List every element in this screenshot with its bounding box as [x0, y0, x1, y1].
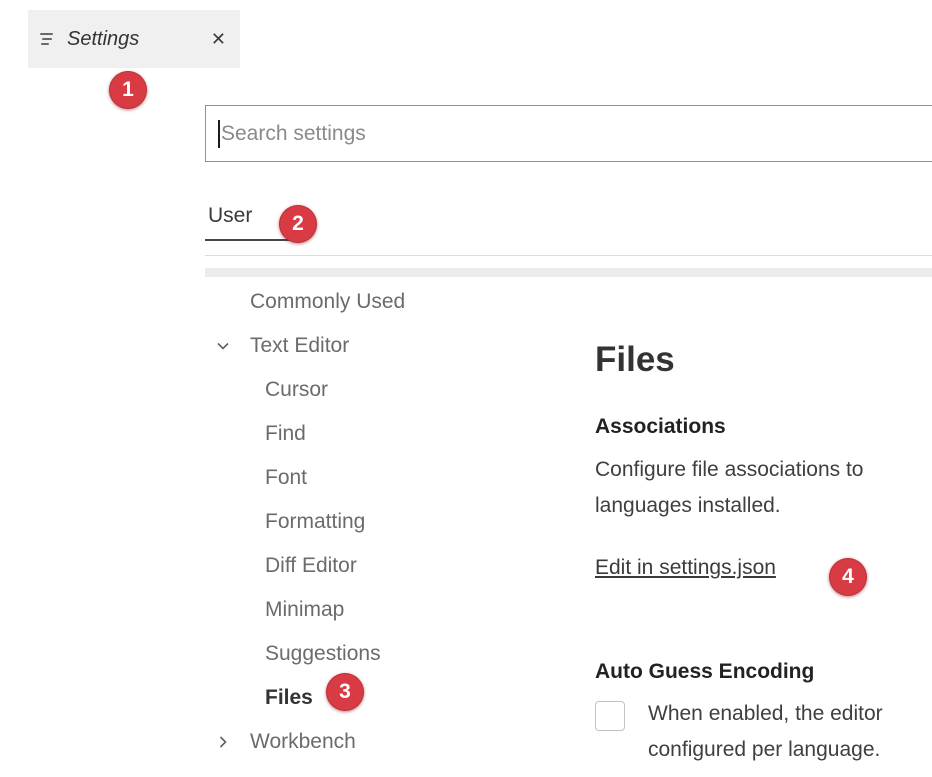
- setting-title-auto-guess-encoding: Auto Guess Encoding: [595, 660, 814, 684]
- toc-label: Find: [205, 422, 306, 446]
- user-tab-underline: [205, 239, 290, 241]
- toc-label: Minimap: [205, 598, 344, 622]
- annotation-badge-2: 2: [279, 205, 317, 243]
- toc-label: Files: [205, 686, 313, 710]
- annotation-badge-4: 4: [829, 558, 867, 596]
- setting-description-line: configured per language.: [648, 738, 880, 762]
- settings-toc: Commonly Used Text Editor Cursor Find Fo…: [205, 280, 590, 777]
- tab-title: Settings: [67, 28, 203, 51]
- annotation-badge-3: 3: [326, 673, 364, 711]
- toc-item-partial[interactable]: [205, 764, 590, 777]
- toc-item-text-editor[interactable]: Text Editor: [205, 324, 590, 368]
- toc-label: Cursor: [205, 378, 328, 402]
- setting-description-line: When enabled, the editor: [648, 702, 883, 726]
- settings-list-icon: [40, 32, 56, 46]
- settings-editor-page: { "tab": { "title": "Settings", "close_g…: [0, 0, 932, 777]
- toc-label: Formatting: [205, 510, 365, 534]
- chevron-down-icon: [215, 338, 231, 354]
- annotation-badge-1: 1: [109, 71, 147, 109]
- auto-guess-encoding-checkbox[interactable]: [595, 701, 625, 731]
- toc-item-commonly-used[interactable]: Commonly Used: [205, 280, 590, 324]
- toc-label: Diff Editor: [205, 554, 357, 578]
- search-settings-box: [205, 105, 932, 162]
- toc-item-cursor[interactable]: Cursor: [205, 368, 590, 412]
- scope-divider: [205, 255, 932, 256]
- setting-description-line: Configure file associations to: [595, 458, 863, 482]
- toc-item-diff-editor[interactable]: Diff Editor: [205, 544, 590, 588]
- text-cursor: [218, 120, 220, 148]
- close-icon[interactable]: ✕: [211, 30, 226, 48]
- toc-label: Commonly Used: [205, 290, 405, 314]
- search-settings-input[interactable]: [206, 106, 932, 161]
- toc-item-workbench[interactable]: Workbench: [205, 720, 590, 764]
- tab-user-scope[interactable]: User: [208, 204, 252, 228]
- toc-item-files[interactable]: Files: [205, 676, 590, 720]
- toc-label: Suggestions: [205, 642, 381, 666]
- edit-in-settings-json-link[interactable]: Edit in settings.json: [595, 556, 776, 580]
- setting-title-associations: Associations: [595, 415, 726, 439]
- setting-description-line: languages installed.: [595, 494, 781, 518]
- toc-item-formatting[interactable]: Formatting: [205, 500, 590, 544]
- toc-item-minimap[interactable]: Minimap: [205, 588, 590, 632]
- settings-editor-tab[interactable]: Settings ✕: [28, 10, 240, 68]
- section-heading-files: Files: [595, 340, 675, 380]
- chevron-right-icon: [215, 734, 231, 750]
- toc-label: Font: [205, 466, 307, 490]
- toc-item-suggestions[interactable]: Suggestions: [205, 632, 590, 676]
- toc-item-find[interactable]: Find: [205, 412, 590, 456]
- toc-item-font[interactable]: Font: [205, 456, 590, 500]
- toc-top-band: [205, 268, 932, 277]
